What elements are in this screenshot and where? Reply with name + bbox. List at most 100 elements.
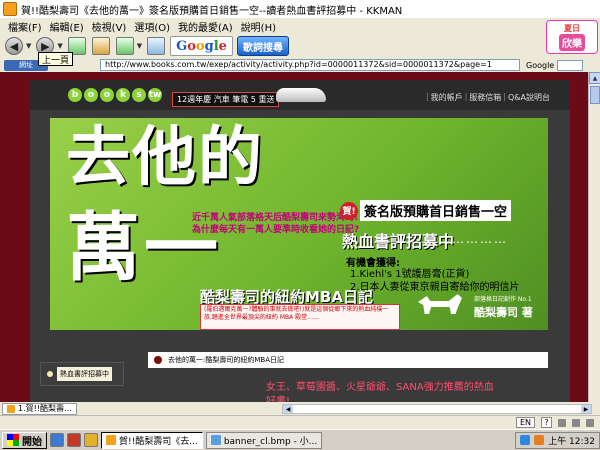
horizontal-scrollbar[interactable]: ◀ ▶ (282, 404, 592, 414)
page-tab[interactable]: 1.賀!!酷梨壽... (2, 402, 77, 415)
logo-letter: s (132, 88, 146, 102)
back-arrow-icon: ◀ (5, 37, 23, 55)
page-tab-label: 1.賀!!酷梨壽... (18, 404, 72, 413)
service-mail-link[interactable]: 服務信箱 (469, 92, 501, 103)
headline: 賀! 簽名版預購首日銷售一空 (340, 200, 512, 221)
url-input[interactable]: http://www.books.com.tw/exep/activity/ac… (100, 59, 520, 71)
language-indicator[interactable]: EN (515, 417, 535, 428)
chance-label: 有機會獲得: (346, 258, 400, 269)
task-label: banner_cl.bmp - 小... (223, 436, 318, 447)
logo-top-text: 夏日 (564, 24, 580, 33)
taskbar-paint-window[interactable]: banner_cl.bmp - 小... (205, 431, 323, 449)
banner-note: (羅伯邁爾克萬一?體驗的事就去做吧!)就是這個從鄉下來的熱血純樸一族,踏進全世界… (200, 304, 400, 330)
address-bar: 網址 http://www.books.com.tw/exep/activity… (0, 58, 600, 72)
song-search-button[interactable]: 歌詞搜尋 (236, 36, 289, 56)
tray-volume-icon[interactable] (534, 435, 545, 445)
vertical-scrollbar[interactable]: ▲ (588, 72, 600, 402)
menu-view[interactable]: 檢視(V) (88, 19, 131, 34)
kkman-app-icon (3, 2, 17, 16)
banner-title-line1: 去他的 (66, 121, 264, 195)
recruit-dots: …………… (438, 232, 508, 246)
search-box[interactable] (557, 59, 584, 71)
menu-options[interactable]: 選項(O) (130, 19, 174, 34)
window-title: 賀!!酷梨壽司《去他的萬一》簽名版預購首日銷售一空--讀者熱血書評招募中 - K… (21, 5, 403, 17)
congrats-badge: 賀! (340, 201, 358, 220)
tools-icon (115, 37, 134, 55)
back-tooltip: 上一頁 (38, 52, 74, 66)
header-links: | 我的帳戶 | 服務信箱 | Q&A說明台 (425, 92, 550, 103)
addon-button[interactable] (146, 36, 166, 56)
author-caption: 部落格日記創作 No.1 (474, 296, 532, 303)
book-title-text: 去他的萬一:酷梨壽司的紐約MBA日記 (168, 356, 284, 364)
status-icon (558, 418, 566, 427)
menu-file[interactable]: 檔案(F) (4, 19, 46, 34)
status-icon (572, 418, 580, 427)
prize-list: 1.Kiehl's 1號護唇膏(正貨) 2.日本人妻從東京親自寄給你的明信片 (350, 268, 520, 294)
scroll-up-icon[interactable]: ▲ (589, 72, 600, 84)
tray-network-icon[interactable] (520, 435, 531, 445)
tools-dropdown-icon[interactable]: ▼ (137, 42, 142, 50)
search-engine-label: Google (526, 60, 555, 70)
author-name: 酷梨壽司 著 (474, 306, 533, 319)
my-account-link[interactable]: 我的帳戶 (431, 92, 463, 103)
bullet-icon (154, 356, 162, 364)
tab-bullet-icon (47, 371, 53, 377)
logo-bottom-text: 欣樂 (559, 34, 585, 51)
page-tab-icon (7, 404, 15, 413)
site-header: b o o k s tw 12週年慶 汽車 筆電 5 重送 | 我的帳戶 | 服… (30, 80, 570, 110)
menu-favorites[interactable]: 我的最愛(A) (174, 19, 237, 34)
scroll-right-icon[interactable]: ▶ (581, 405, 591, 413)
tools-button[interactable] (115, 36, 135, 56)
back-button[interactable]: ◀ (4, 36, 24, 56)
anniversary-badge[interactable]: 12週年慶 汽車 筆電 5 重送 (172, 92, 280, 107)
status-icon (586, 418, 594, 427)
task-label: 賀!!酷梨壽司《去... (119, 436, 198, 447)
recruit-tab-label: 熱血書評招募中 (57, 367, 112, 381)
books-logo[interactable]: b o o k s tw (68, 88, 162, 102)
quicklaunch-ie-icon[interactable] (50, 433, 64, 447)
start-button[interactable]: 開始 (2, 431, 47, 449)
logo-letter: k (116, 88, 130, 102)
page-tab-strip: 1.賀!!酷梨壽... ◀ ▶ (0, 402, 600, 415)
qa-link[interactable]: Q&A說明台 (508, 92, 550, 103)
taskbar: 開始 賀!!酷梨壽司《去... banner_cl.bmp - 小... 上午 … (0, 429, 600, 450)
windows-logo-icon (7, 434, 19, 446)
promo-line2: 為什麼每天有一萬人要準時收看她的日記? (192, 225, 360, 235)
page-content: b o o k s tw 12週年慶 汽車 筆電 5 重送 | 我的帳戶 | 服… (0, 72, 588, 402)
logo-letter: tw (148, 88, 162, 102)
taskbar-browser-window[interactable]: 賀!!酷梨壽司《去... (101, 431, 203, 449)
dog-silhouette-icon (418, 294, 462, 314)
paint-task-icon (210, 435, 221, 445)
recommend-line1: 女王、草莓園醬、火星爺爺、SANA強力推薦的熱血 (266, 382, 494, 393)
forward-dropdown-icon[interactable]: ▼ (57, 42, 62, 50)
prize-item: 2.日本人妻從東京親自寄給你的明信片 (350, 282, 520, 293)
book-title-bar: 去他的萬一:酷梨壽司的紐約MBA日記 (148, 352, 548, 368)
clock[interactable]: 上午 12:32 (548, 434, 595, 447)
system-tray: 上午 12:32 (515, 431, 600, 449)
prize-item: 1.Kiehl's 1號護唇膏(正貨) (350, 269, 470, 280)
logo-letter: o (100, 88, 114, 102)
quicklaunch-folder-icon[interactable] (84, 433, 98, 447)
logo-letter: b (68, 88, 82, 102)
menu-bar: 檔案(F) 編輯(E) 檢視(V) 選項(O) 我的最愛(A) 說明(H) (0, 18, 600, 34)
help-icon[interactable]: ? (541, 417, 552, 428)
home-icon (91, 37, 110, 55)
back-dropdown-icon[interactable]: ▼ (26, 42, 31, 50)
logo-letter: o (84, 88, 98, 102)
addon-icon (147, 37, 166, 55)
quicklaunch-media-icon[interactable] (67, 433, 81, 447)
home-button[interactable] (91, 36, 111, 56)
headline-text: 簽名版預購首日銷售一空 (360, 200, 512, 221)
kkman-summer-logo: 夏日 欣樂 (546, 20, 598, 54)
scroll-left-icon[interactable]: ◀ (283, 405, 293, 413)
google-button[interactable]: Google (170, 36, 233, 56)
toolbar: ◀ ▼ ▶ ▼ ▼ Google 歌詞搜尋 (0, 34, 600, 58)
status-bar: EN ? (0, 415, 600, 429)
menu-help[interactable]: 說明(H) (237, 19, 280, 34)
recommend-line2: 好書! (266, 396, 291, 402)
menu-edit[interactable]: 編輯(E) (46, 19, 88, 34)
recruit-tab[interactable]: 熱血書評招募中 (40, 362, 124, 386)
book-banner[interactable]: 去他的 萬一 近千萬人氣部落格天后酷梨壽司來勢洶洶! 為什麼每天有一萬人要準時收… (50, 118, 548, 330)
scroll-thumb[interactable] (590, 86, 600, 104)
kkman-task-icon (106, 435, 116, 445)
